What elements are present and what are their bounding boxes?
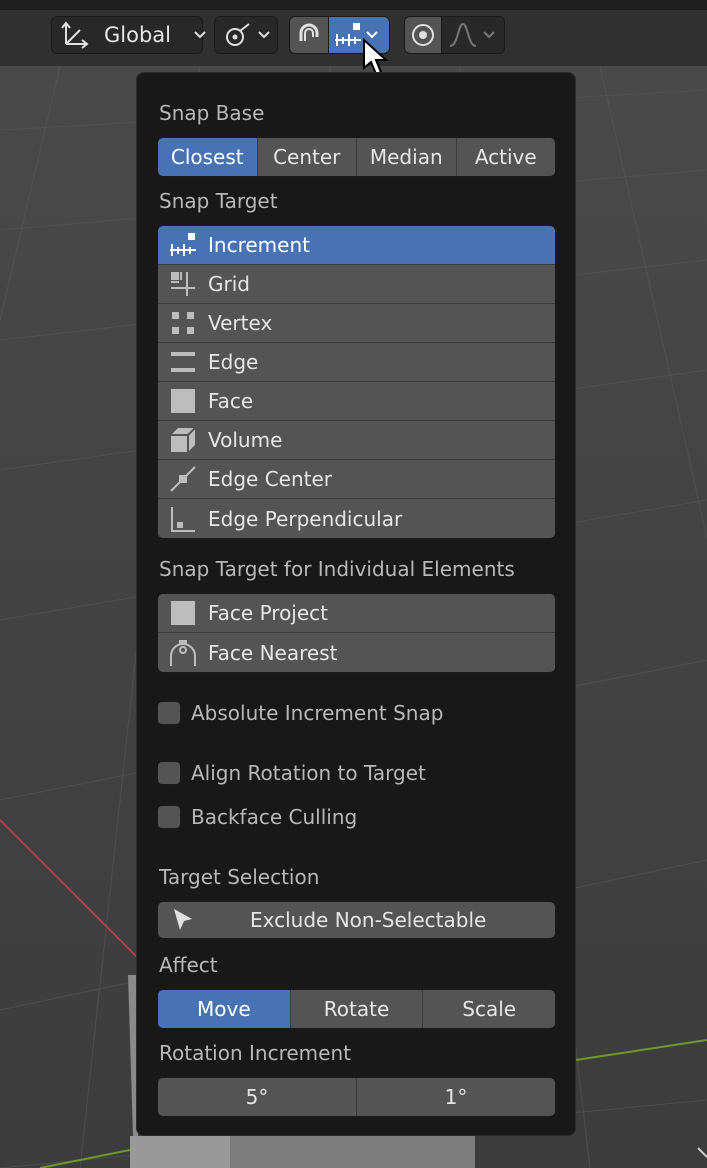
individual-elements-label: Snap Target for Individual Elements <box>159 557 515 581</box>
pivot-point-dropdown[interactable] <box>214 16 278 54</box>
edge-perpendicular-icon <box>158 499 208 538</box>
snap-target-volume[interactable]: Volume <box>158 421 555 460</box>
snap-target-edge-perpendicular[interactable]: Edge Perpendicular <box>158 499 555 538</box>
increment-icon <box>333 20 363 50</box>
snap-toggle-button[interactable] <box>289 16 329 54</box>
affect-scale[interactable]: Scale <box>423 990 555 1028</box>
rotation-increment-fine[interactable]: 1° <box>357 1078 555 1116</box>
snap-base-center[interactable]: Center <box>257 138 357 176</box>
volume-icon <box>158 421 208 460</box>
proportional-edit-toggle[interactable] <box>404 16 442 54</box>
face-project-icon <box>158 594 208 633</box>
snapping-popover: Snap Base Closest Center Median Active S… <box>136 72 576 1136</box>
grid-icon <box>158 265 208 304</box>
rotation-increment-coarse[interactable]: 5° <box>158 1078 357 1116</box>
cursor-arrow-icon <box>158 907 208 933</box>
snap-target-edge[interactable]: Edge <box>158 343 555 382</box>
magnet-icon <box>295 21 323 49</box>
vertex-icon <box>158 304 208 343</box>
snap-base-closest[interactable]: Closest <box>158 138 258 176</box>
snap-target-list: Increment Grid Vertex Edge Face Volume E… <box>157 225 556 539</box>
affect-move[interactable]: Move <box>158 990 291 1028</box>
rotation-increment-label: Rotation Increment <box>159 1041 351 1065</box>
face-icon <box>158 382 208 421</box>
individual-elements-list: Face Project Face Nearest <box>157 593 556 673</box>
rotation-increment-fields: 5° 1° <box>157 1077 556 1117</box>
edge-icon <box>158 343 208 382</box>
face-nearest-icon <box>158 633 208 672</box>
falloff-curve-icon <box>448 20 478 50</box>
backface-culling-label: Backface Culling <box>191 805 358 829</box>
affect-selector: Move Rotate Scale <box>157 989 556 1029</box>
snap-target-label: Snap Target <box>159 189 278 213</box>
exclude-non-selectable-label: Exclude Non-Selectable <box>250 908 487 932</box>
absolute-increment-snap-row[interactable]: Absolute Increment Snap <box>157 699 443 727</box>
proportional-falloff-dropdown[interactable] <box>441 16 505 54</box>
transform-orientation-icon <box>60 20 90 50</box>
align-rotation-label: Align Rotation to Target <box>191 761 426 785</box>
backface-culling-row[interactable]: Backface Culling <box>157 803 357 831</box>
chevron-down-icon <box>257 30 271 40</box>
snap-target-face[interactable]: Face <box>158 382 555 421</box>
absolute-increment-snap-label: Absolute Increment Snap <box>191 701 444 725</box>
chevron-down-icon <box>482 30 496 40</box>
snap-base-active[interactable]: Active <box>456 138 555 176</box>
snap-target-grid[interactable]: Grid <box>158 265 555 304</box>
snap-base-selector: Closest Center Median Active <box>157 137 556 177</box>
snap-base-label: Snap Base <box>159 101 265 125</box>
snap-face-project[interactable]: Face Project <box>158 594 555 633</box>
pivot-point-icon <box>223 20 253 50</box>
affect-label: Affect <box>159 953 218 977</box>
align-rotation-row[interactable]: Align Rotation to Target <box>157 759 426 787</box>
snap-face-nearest[interactable]: Face Nearest <box>158 633 555 672</box>
transform-orientation-dropdown[interactable]: Global <box>51 16 206 54</box>
snap-base-median[interactable]: Median <box>357 138 457 176</box>
snap-target-increment[interactable]: Increment <box>158 226 555 265</box>
target-selection-label: Target Selection <box>159 865 320 889</box>
exclude-non-selectable-button[interactable]: Exclude Non-Selectable <box>157 901 556 939</box>
align-rotation-checkbox[interactable] <box>157 761 181 785</box>
snap-target-vertex[interactable]: Vertex <box>158 304 555 343</box>
snap-target-edge-center[interactable]: Edge Center <box>158 460 555 499</box>
proportional-edit-icon <box>409 21 437 49</box>
transform-orientation-label: Global <box>104 23 171 47</box>
chevron-down-icon <box>193 30 207 40</box>
viewport-header: Global <box>0 0 707 66</box>
edge-center-icon <box>158 460 208 499</box>
absolute-increment-snap-checkbox[interactable] <box>157 701 181 725</box>
affect-rotate[interactable]: Rotate <box>290 990 424 1028</box>
increment-icon <box>158 226 208 265</box>
backface-culling-checkbox[interactable] <box>157 805 181 829</box>
